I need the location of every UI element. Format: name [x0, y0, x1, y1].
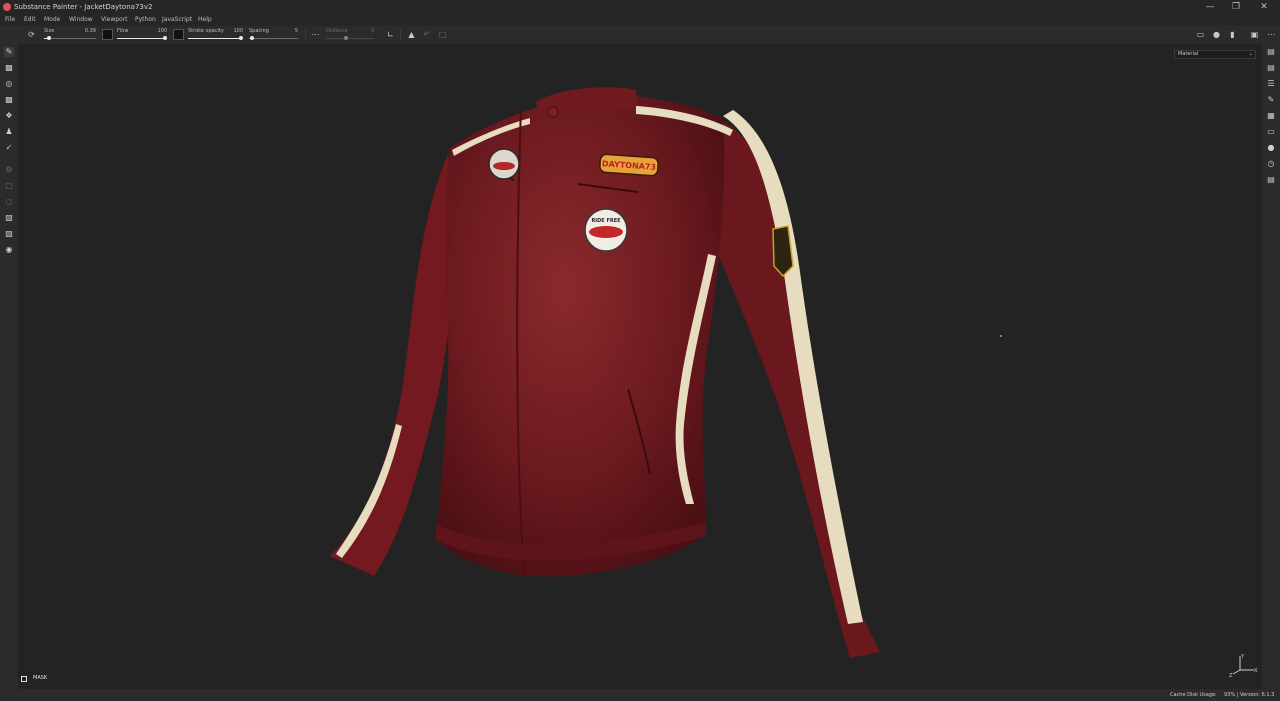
paint-brush-icon[interactable]: ✎	[4, 47, 14, 57]
spacing-knob[interactable]	[250, 36, 254, 40]
lens-icon[interactable]: ○	[4, 197, 14, 207]
round-badge-patch	[488, 148, 520, 180]
plugin-icon[interactable]: ◉	[4, 245, 14, 255]
layers-icon[interactable]: ☰	[1266, 79, 1276, 89]
texture-set-list-icon[interactable]: ▤	[1266, 47, 1276, 57]
stroke-opacity-knob[interactable]	[239, 36, 243, 40]
close-icon[interactable]: ✕	[1250, 0, 1278, 14]
collar-snap	[547, 106, 559, 118]
document-icon[interactable]: ▨	[4, 229, 14, 239]
menu-help[interactable]: Help	[198, 14, 212, 26]
stroke-chain-icon[interactable]: ⋯	[310, 29, 321, 40]
sphere-view-icon[interactable]: ●	[1211, 29, 1222, 40]
svg-text:RIDE FREE: RIDE FREE	[591, 218, 621, 224]
size-knob[interactable]	[47, 36, 51, 40]
jacket-body	[436, 94, 725, 577]
stroke-opacity-slider[interactable]: Stroke opacity 100	[188, 27, 243, 43]
window-title: Substance Painter - JacketDaytona73v2	[14, 3, 153, 11]
smudge-icon[interactable]: ❖	[4, 111, 14, 121]
shelf-icon[interactable]: ▦	[1266, 111, 1276, 121]
viewer-settings-icon[interactable]: ●	[1266, 143, 1276, 153]
maximize-icon[interactable]: ❐	[1222, 0, 1250, 14]
opacity-pen-pressure-icon[interactable]	[173, 29, 184, 40]
color-picker-icon[interactable]: ✓	[4, 143, 14, 153]
menu-edit[interactable]: Edit	[24, 14, 36, 26]
collapse-icon[interactable]: ⋯	[1266, 29, 1277, 40]
size-label: Size	[44, 28, 55, 34]
screenshot-icon[interactable]: ▣	[1249, 29, 1260, 40]
flow-fill	[117, 38, 165, 39]
line-tool-icon[interactable]: ∟	[385, 29, 396, 40]
transform-icon[interactable]: □	[437, 29, 448, 40]
flow-label: Flow	[117, 28, 129, 34]
flow-knob[interactable]	[163, 36, 167, 40]
minimize-icon[interactable]: —	[1196, 0, 1224, 14]
distance-knob	[344, 36, 348, 40]
text-icon[interactable]: ▧	[4, 213, 14, 223]
texture-set-settings-icon[interactable]: ▤	[1266, 63, 1276, 73]
size-slider[interactable]: Size 0.39	[44, 27, 96, 43]
flow-value[interactable]: 100	[157, 28, 167, 34]
distance-slider: Distance 0	[326, 27, 374, 43]
properties-icon[interactable]: ✎	[1266, 95, 1276, 105]
menu-bar: File Edit Mode Window Viewport Python Ja…	[0, 14, 1280, 26]
stroke-opacity-fill	[188, 38, 241, 39]
eraser-icon[interactable]: ▩	[4, 63, 14, 73]
settings-icon[interactable]: ⚙	[4, 165, 14, 175]
video-camera-icon[interactable]: ▮	[1227, 29, 1238, 40]
svg-text:X: X	[1254, 668, 1258, 674]
viewport-3d[interactable]: Material ⌄ DAYTONA73 RIDE FREE MASK Y X …	[18, 44, 1262, 689]
size-value[interactable]: 0.39	[85, 28, 96, 34]
menu-python[interactable]: Python	[135, 14, 156, 26]
flow-pen-pressure-icon[interactable]	[102, 29, 113, 40]
clone-stamp-icon[interactable]: ♟	[4, 127, 14, 137]
cache-disk-value: 93% | Version: 6.1.3	[1224, 692, 1275, 698]
menu-mode[interactable]: Mode	[44, 14, 60, 26]
cache-disk-label: Cache Disk Usage:	[1170, 692, 1217, 698]
distance-label: Distance	[326, 28, 348, 34]
jacket-model[interactable]: DAYTONA73 RIDE FREE	[18, 44, 1262, 689]
camera-view-icon[interactable]: ▭	[1195, 29, 1206, 40]
display-settings-icon[interactable]: ▭	[1266, 127, 1276, 137]
axis-gizmo: Y X Z	[1229, 654, 1258, 678]
log-icon[interactable]: ▤	[1266, 175, 1276, 185]
daytona-patch: DAYTONA73	[599, 153, 659, 177]
distance-value: 0	[370, 28, 374, 34]
menu-file[interactable]: File	[5, 14, 15, 26]
right-sleeve	[708, 114, 880, 658]
svg-text:Y: Y	[1240, 654, 1245, 660]
menu-window[interactable]: Window	[69, 14, 93, 26]
mask-toggle[interactable]	[21, 676, 27, 682]
undo-icon[interactable]: ↶	[421, 29, 432, 40]
projection-icon[interactable]: ◎	[4, 79, 14, 89]
right-dock-bar: ▤ ▤ ☰ ✎ ▦ ▭ ● ◷ ▤	[1262, 44, 1280, 689]
tool-properties-bar: ⟳ Size 0.39 Flow 100 Stroke opacity 100 …	[0, 26, 1280, 45]
ride-free-patch: RIDE FREE	[584, 208, 628, 252]
history-icon[interactable]: ◷	[1266, 159, 1276, 169]
menu-javascript[interactable]: JavaScript	[162, 14, 192, 26]
spacing-value[interactable]: 5	[295, 28, 298, 34]
symmetry-icon[interactable]: ▲	[406, 29, 417, 40]
lazy-mouse-icon[interactable]: ⟳	[26, 29, 37, 40]
stroke-opacity-label: Stroke opacity	[188, 28, 224, 34]
app-logo-icon	[3, 3, 11, 11]
spacing-label: Spacing	[249, 28, 269, 34]
stroke-opacity-value[interactable]: 100	[233, 28, 243, 34]
menu-viewport[interactable]: Viewport	[101, 14, 128, 26]
flow-slider[interactable]: Flow 100	[117, 27, 167, 43]
bake-icon[interactable]: □	[4, 181, 14, 191]
spacing-slider[interactable]: Spacing 5	[249, 27, 298, 43]
mask-label: MASK	[33, 675, 48, 681]
left-toolbar: ✎ ▩ ◎ ▩ ❖ ♟ ✓ ⚙ □ ○ ▧ ▨ ◉	[0, 44, 18, 689]
title-bar: Substance Painter - JacketDaytona73v2 — …	[0, 0, 1280, 14]
status-bar: Cache Disk Usage: 93% | Version: 6.1.3	[0, 689, 1280, 701]
geometry-fill-icon[interactable]: ▩	[4, 95, 14, 105]
svg-text:Z: Z	[1229, 673, 1233, 678]
